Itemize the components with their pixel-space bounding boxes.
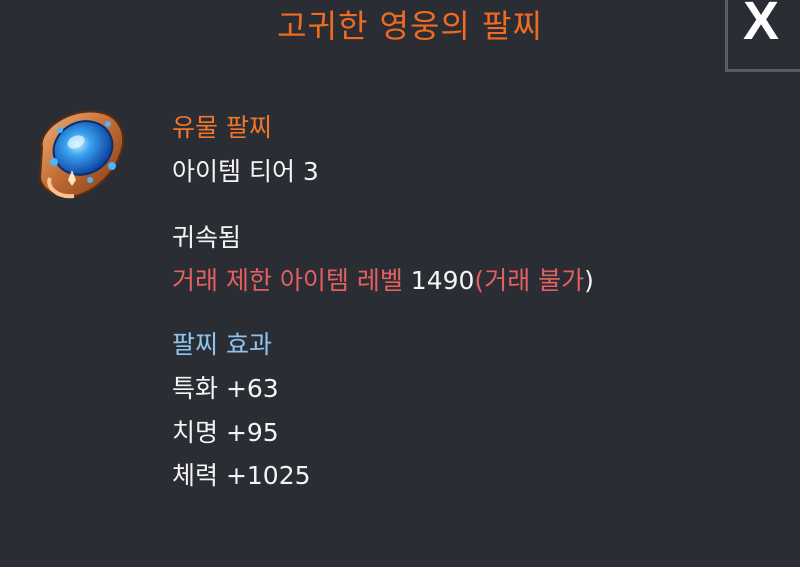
item-title: 고귀한 영웅의 팔찌 — [277, 7, 543, 45]
item-tooltip: 고귀한 영웅의 팔찌 X 유물 팔찌 아이템 티어 3 귀속됨 거래 제한 아이… — [0, 0, 800, 567]
effect-stat: 특화 +63 — [172, 374, 279, 403]
effect-stat: 체력 +1025 — [172, 461, 311, 490]
trade-restriction: 거래 제한 아이템 레벨 1490(거래 불가) — [172, 265, 594, 297]
trade-restriction-label: 거래 제한 아이템 레벨 — [172, 266, 403, 295]
effect-stat: 치명 +95 — [172, 418, 279, 447]
trade-level: 1490 — [410, 266, 475, 295]
close-icon[interactable]: X — [743, 0, 779, 48]
item-type: 유물 팔찌 — [172, 113, 272, 142]
trade-close-paren: ) — [584, 266, 594, 295]
item-tier: 아이템 티어 3 — [172, 157, 319, 186]
trade-status: 거래 불가 — [484, 266, 585, 295]
bracelet-icon — [38, 110, 124, 199]
trade-open-paren: ( — [474, 266, 485, 295]
effects-header: 팔찌 효과 — [172, 330, 272, 359]
close-button[interactable]: X — [725, 0, 800, 72]
binding-status: 귀속됨 — [172, 223, 242, 252]
